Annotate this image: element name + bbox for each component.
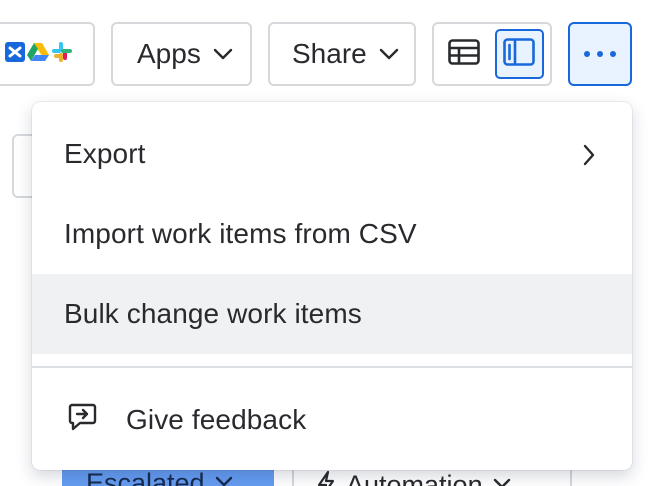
more-actions-menu: Export Import work items from CSV Bulk c… [32,102,632,470]
chevron-down-icon [215,468,233,486]
chevron-down-icon [379,48,399,60]
menu-item-label: Export [64,138,146,169]
feedback-icon [66,401,98,440]
google-drive-icon [27,42,49,67]
menu-item-import-csv[interactable]: Import work items from CSV [32,194,632,274]
status-label: Escalated [86,468,205,486]
apps-button[interactable]: Apps [111,22,252,86]
panel-view-icon [503,37,536,71]
menu-item-bulk-change[interactable]: Bulk change work items [32,274,632,354]
more-actions-button[interactable] [568,22,632,86]
menu-item-label: Bulk change work items [64,298,362,329]
more-horizontal-icon [583,45,617,63]
menu-item-export[interactable]: Export [32,114,632,194]
share-label: Share [292,38,367,69]
chevron-down-icon [213,48,233,60]
share-button[interactable]: Share [268,22,416,86]
menu-divider [32,366,632,368]
automation-label: Automation [346,470,483,486]
panel-view-button[interactable] [494,29,544,79]
apps-label: Apps [137,38,201,69]
view-toggle [432,22,552,86]
lightning-icon [316,470,336,486]
table-view-icon [448,38,481,70]
integrations-button[interactable] [0,22,95,86]
slack-icon [51,41,73,68]
table-view-button[interactable] [440,29,489,79]
menu-item-label: Import work items from CSV [64,218,417,249]
confluence-icon [5,40,25,69]
chevron-down-icon [493,470,511,486]
menu-item-give-feedback[interactable]: Give feedback [32,380,632,460]
menu-item-label: Give feedback [126,404,307,435]
chevron-right-icon [582,142,596,174]
